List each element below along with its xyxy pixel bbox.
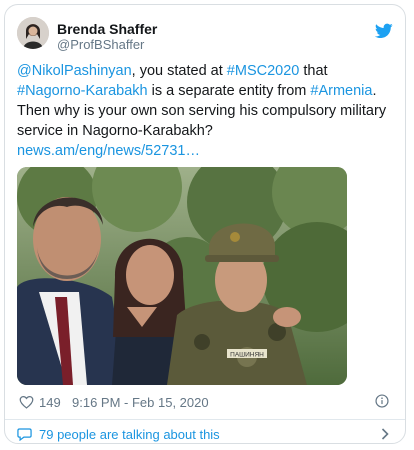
chevron-right-icon[interactable] — [381, 428, 389, 440]
url-link[interactable]: news.am/eng/news/52731… — [17, 143, 200, 159]
author-avatar[interactable] — [17, 17, 49, 49]
tweet-timestamp[interactable]: 9:16 PM - Feb 15, 2020 — [72, 395, 209, 410]
name-tag-text: ПАШИНЯН — [230, 352, 264, 359]
mention-link[interactable]: @NikolPashinyan — [17, 63, 132, 79]
tweet-text-segment: is a separate entity from — [147, 83, 311, 99]
tweet-meta: 149 9:16 PM - Feb 15, 2020 — [17, 394, 393, 412]
conversation-link[interactable]: 79 people are talking about this — [17, 425, 393, 443]
heart-icon[interactable] — [19, 395, 34, 409]
tweet-text-segment: , you stated at — [131, 63, 227, 79]
talking-count[interactable]: 79 people are talking about this — [39, 427, 220, 442]
like-count[interactable]: 149 — [39, 395, 61, 410]
hashtag-link[interactable]: #MSC2020 — [227, 63, 300, 79]
divider — [5, 419, 405, 420]
author-handle[interactable]: @ProfBShaffer — [57, 37, 144, 52]
twitter-bird-icon[interactable] — [375, 23, 393, 39]
tweet-header: Brenda Shaffer @ProfBShaffer — [17, 15, 393, 55]
tweet-text: @NikolPashinyan, you stated at #MSC2020 … — [17, 61, 393, 161]
hashtag-link[interactable]: #Armenia — [310, 83, 372, 99]
author-name[interactable]: Brenda Shaffer — [57, 21, 157, 37]
speech-bubble-icon — [17, 428, 32, 441]
hashtag-link[interactable]: #Nagorno-Karabakh — [17, 83, 148, 99]
tweet-photo[interactable]: ПАШИНЯН — [17, 167, 347, 385]
tweet-card[interactable]: Brenda Shaffer @ProfBShaffer @NikolPashi… — [4, 4, 406, 444]
tweet-text-segment: that — [299, 63, 328, 79]
info-icon[interactable] — [375, 394, 389, 408]
